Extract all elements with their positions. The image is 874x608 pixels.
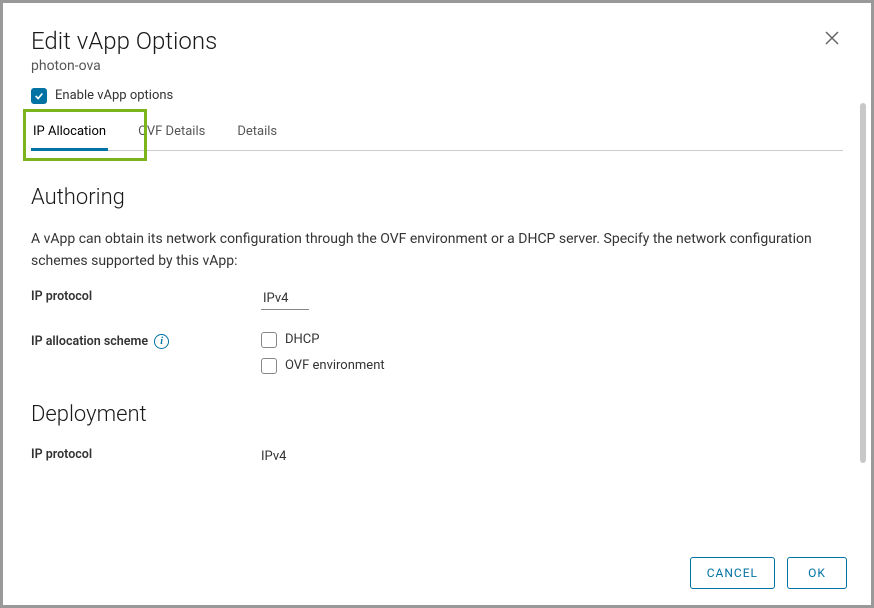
deployment-ip-protocol-row: IP protocol IPv4 [31,445,843,464]
modal-content: Enable vApp options IP Allocation OVF De… [3,88,871,540]
edit-vapp-modal: Edit vApp Options photon-ova Enable vApp… [3,3,871,605]
tab-ip-allocation[interactable]: IP Allocation [31,116,108,151]
tab-details[interactable]: Details [235,116,279,151]
deployment-ip-protocol-value: IPv4 [261,447,286,464]
modal-title: Edit vApp Options [31,27,217,56]
tabs: IP Allocation OVF Details Details [31,116,843,151]
authoring-ip-protocol-label: IP protocol [31,287,261,304]
enable-vapp-row: Enable vApp options [31,88,843,104]
enable-vapp-checkbox[interactable] [31,88,47,104]
ip-scheme-row: IP allocation scheme i DHCP OVF environm… [31,332,843,374]
info-icon[interactable]: i [154,334,169,349]
dhcp-checkbox[interactable] [261,332,277,348]
deployment-ip-protocol-label: IP protocol [31,445,261,462]
modal-subtitle: photon-ova [31,58,217,74]
title-block: Edit vApp Options photon-ova [31,27,217,74]
enable-vapp-label: Enable vApp options [55,88,173,103]
authoring-ip-protocol-row: IP protocol IPv4 [31,287,843,310]
ovf-env-label: OVF environment [285,358,385,373]
authoring-description: A vApp can obtain its network configurat… [31,228,843,273]
authoring-heading: Authoring [31,185,843,210]
ok-button[interactable]: OK [787,557,847,589]
ip-scheme-label: IP allocation scheme i [31,332,261,349]
close-icon[interactable] [821,27,843,53]
modal-footer: CANCEL OK [3,540,871,605]
cancel-button[interactable]: CANCEL [690,557,775,589]
tab-ovf-details[interactable]: OVF Details [136,116,207,151]
tabs-container: IP Allocation OVF Details Details [31,116,843,151]
scrollbar[interactable] [860,103,866,463]
dhcp-label: DHCP [285,332,319,347]
deployment-heading: Deployment [31,402,843,427]
authoring-ip-protocol-select[interactable]: IPv4 [261,289,309,310]
ovf-env-checkbox[interactable] [261,358,277,374]
modal-header: Edit vApp Options photon-ova [3,3,871,88]
ip-scheme-label-text: IP allocation scheme [31,334,148,349]
